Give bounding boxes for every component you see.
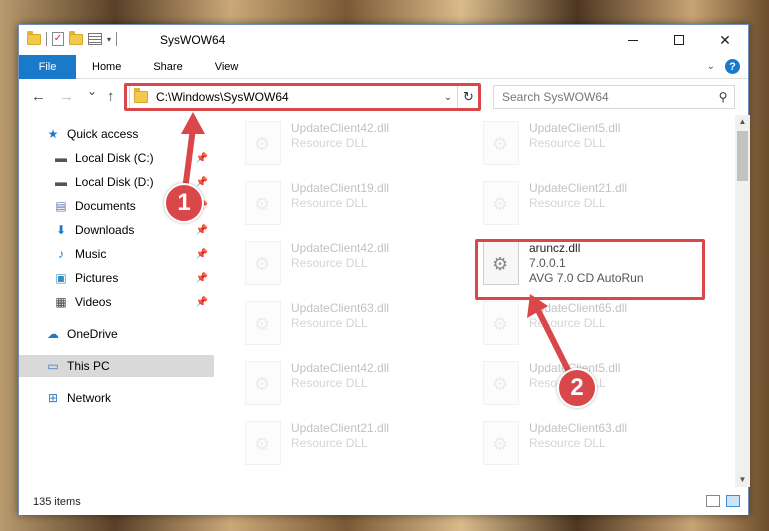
step-1-callout: 1 xyxy=(164,183,204,223)
annotation-arrows xyxy=(181,112,571,373)
arrow-to-file xyxy=(527,294,571,373)
arrow-to-address-bar xyxy=(181,112,205,193)
arrow-head xyxy=(181,112,205,134)
arrow-shaft xyxy=(535,307,571,373)
step-2-callout: 2 xyxy=(557,368,597,408)
arrow-shaft xyxy=(182,125,196,193)
